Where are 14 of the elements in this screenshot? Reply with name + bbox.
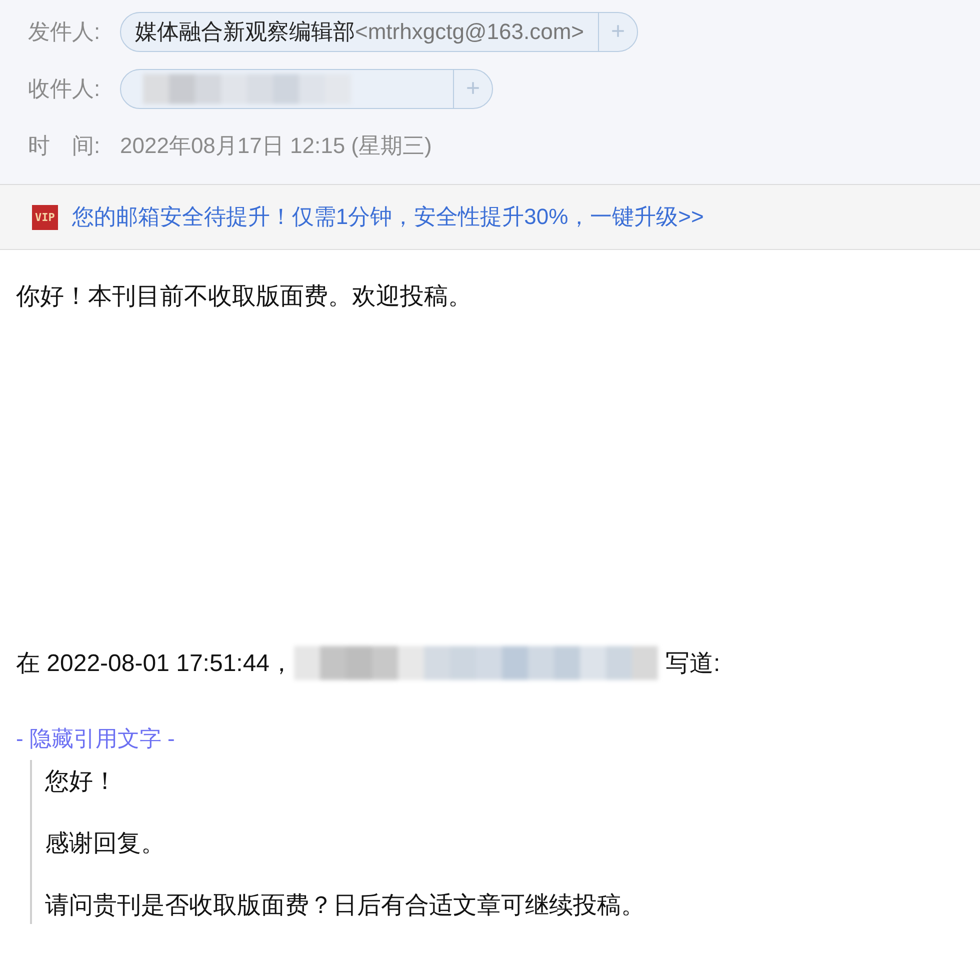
sender-label: 发件人:	[28, 18, 102, 46]
quoted-text: 感谢回复。	[45, 829, 166, 859]
sender-chip[interactable]: 媒体融合新观察编辑部<mtrhxgctg@163.com> +	[120, 12, 638, 52]
quoted-text: 请问贵刊是否收取版面费？日后有合适文章可继续投稿。	[45, 891, 646, 921]
quote-intro: 在 2022-08-01 17:51:44，	[16, 649, 294, 679]
quote-intro: 写道:	[666, 649, 720, 679]
time-label: 时 间:	[28, 132, 102, 160]
quoted-text: 您好！	[45, 767, 118, 797]
hide-quote-link[interactable]: - 隐藏引用文字 -	[16, 724, 175, 754]
vip-badge: VIP	[32, 204, 58, 230]
recipient-label: 收件人:	[28, 75, 102, 103]
sent-time: 2022年08月17日 12:15 (星期三)	[120, 132, 432, 160]
message-text: 你好！本刊目前不收取版面费。欢迎投稿。	[16, 282, 473, 312]
security-upgrade-link[interactable]: 您的邮箱安全待提升！仅需1分钟，安全性提升30%，一键升级>>	[72, 202, 704, 232]
